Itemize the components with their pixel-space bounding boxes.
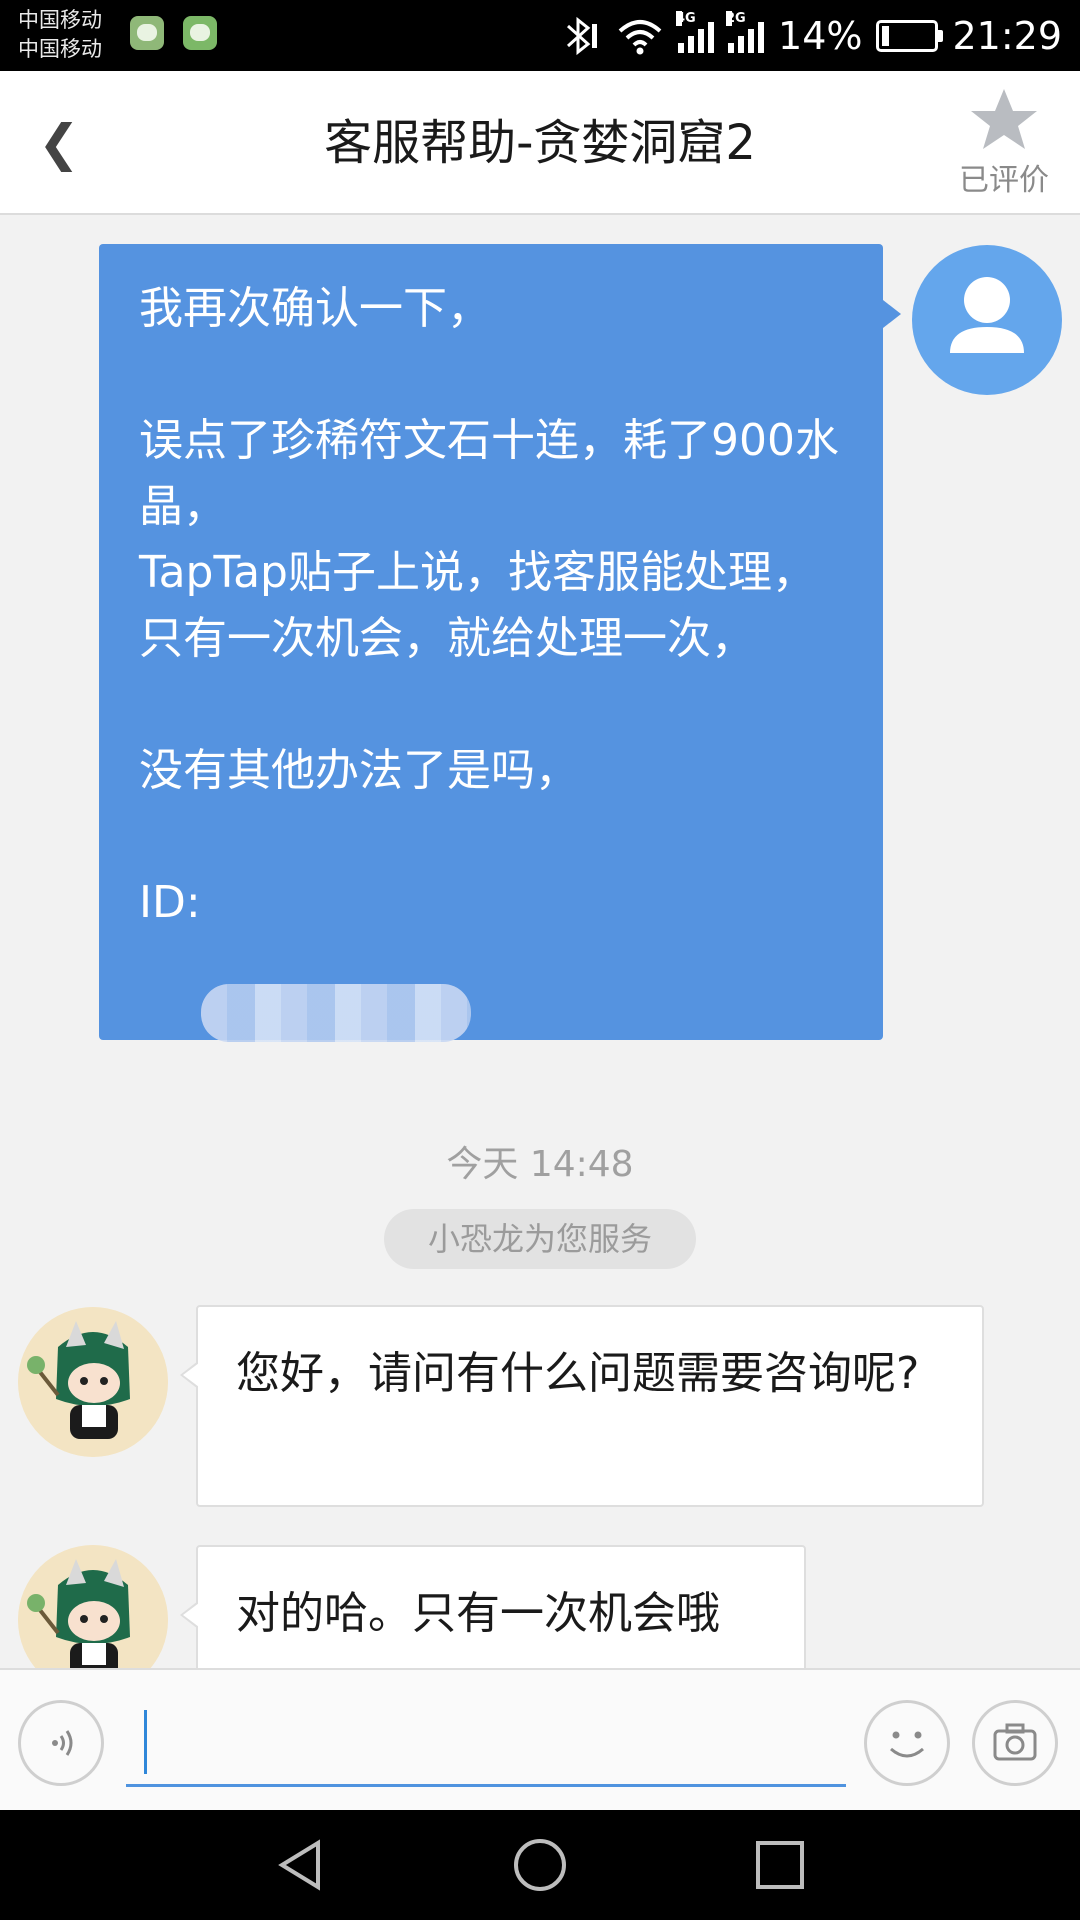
- user-message-text: 我再次确认一下， 误点了珍稀符文石十连，耗了900水晶， TapTap贴子上说，…: [139, 283, 839, 928]
- agent-message-text: 您好，请问有什么问题需要咨询呢?: [236, 1348, 920, 1399]
- dinosaur-mascot-icon: [18, 1545, 168, 1668]
- network-2g-label: 2G: [726, 10, 746, 26]
- nav-back-icon[interactable]: [272, 1837, 328, 1893]
- clock: 21:29: [952, 13, 1062, 58]
- nav-home-icon[interactable]: [512, 1837, 568, 1893]
- user-avatar[interactable]: [912, 245, 1062, 395]
- voice-icon: [52, 1730, 73, 1756]
- voice-button[interactable]: [18, 1700, 104, 1786]
- camera-icon: [993, 1723, 1037, 1761]
- carrier-1: 中国移动: [18, 8, 102, 32]
- star-icon: [971, 89, 1037, 149]
- chat-area[interactable]: 我再次确认一下， 误点了珍稀符文石十连，耗了900水晶， TapTap贴子上说，…: [0, 215, 1080, 1668]
- agent-message-bubble[interactable]: 对的哈。只有一次机会哦: [180, 1545, 806, 1668]
- wechat-icon: [183, 16, 217, 50]
- message-input[interactable]: [126, 1700, 846, 1787]
- back-button[interactable]: ❮: [38, 113, 80, 173]
- camera-button[interactable]: [972, 1700, 1058, 1786]
- nav-recents-icon[interactable]: [752, 1837, 808, 1893]
- service-notice: 小恐龙为您服务: [384, 1209, 696, 1269]
- network-4g-label: 4G: [676, 10, 696, 26]
- carrier-labels: 中国移动 中国移动: [18, 6, 102, 64]
- rating-label: 已评价: [959, 163, 1049, 198]
- bluetooth-icon: [567, 16, 598, 55]
- rating-button[interactable]: 已评价: [954, 87, 1054, 199]
- battery-icon: [876, 19, 944, 52]
- battery-percent: 14%: [778, 13, 863, 58]
- input-bar: [0, 1668, 1080, 1812]
- text-cursor: [144, 1710, 147, 1774]
- blurred-id: [201, 984, 471, 1042]
- dinosaur-mascot-icon: [18, 1307, 168, 1457]
- status-bar: 中国移动 中国移动 4G 2G 14% 21:29: [0, 0, 1080, 71]
- page-title: 客服帮助-贪婪洞窟2: [324, 115, 756, 171]
- agent-avatar[interactable]: [18, 1545, 168, 1668]
- agent-message-text: 对的哈。只有一次机会哦: [236, 1588, 720, 1639]
- smiley-icon: [890, 1731, 924, 1758]
- signal-2g-icon: 2G: [726, 10, 765, 53]
- notification-app-icon: [130, 16, 164, 50]
- person-icon: [950, 277, 1024, 353]
- emoji-button[interactable]: [864, 1700, 950, 1786]
- agent-message-bubble[interactable]: 您好，请问有什么问题需要咨询呢?: [180, 1305, 984, 1507]
- message-timestamp: 今天 14:48: [446, 1144, 634, 1185]
- signal-4g-icon: 4G: [676, 10, 715, 53]
- agent-avatar[interactable]: [18, 1307, 168, 1457]
- wifi-icon: [618, 19, 662, 54]
- user-message-bubble[interactable]: 我再次确认一下， 误点了珍稀符文石十连，耗了900水晶， TapTap贴子上说，…: [99, 244, 901, 1042]
- chat-header: ❮ 客服帮助-贪婪洞窟2 已评价: [0, 71, 1080, 215]
- carrier-2: 中国移动: [18, 37, 102, 61]
- system-nav-bar: [0, 1810, 1080, 1920]
